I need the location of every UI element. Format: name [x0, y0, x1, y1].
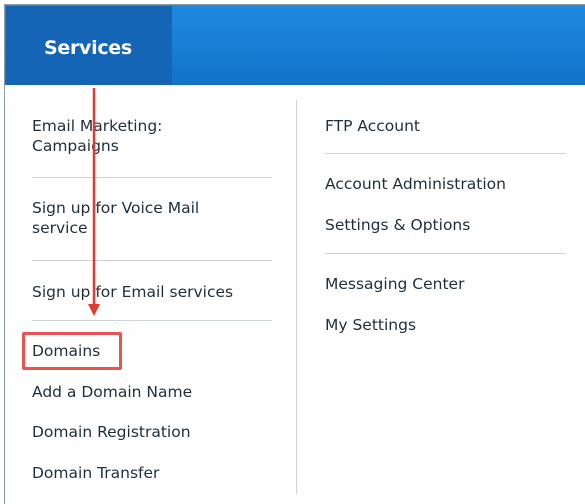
annotation-arrow	[88, 88, 100, 316]
